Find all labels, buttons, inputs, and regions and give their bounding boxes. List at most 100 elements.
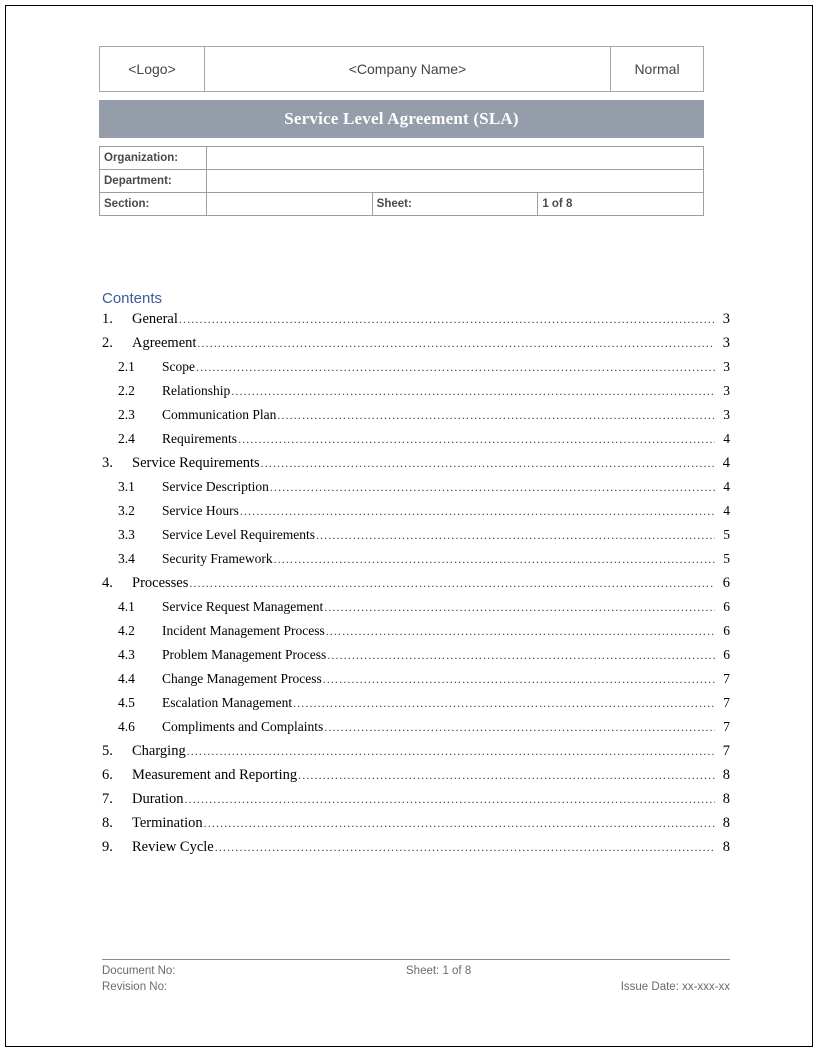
toc-entry-page: 8 xyxy=(722,839,730,855)
footer-issue-date: Issue Date: xx-xxx-xx xyxy=(620,981,730,993)
toc-entry[interactable]: 8. Termination 8 xyxy=(102,815,730,839)
toc-entry-number: 4.5 xyxy=(118,695,135,710)
toc-entry[interactable]: 4. Processes 6 xyxy=(102,575,730,599)
toc-entry-number: 4.2 xyxy=(118,623,135,638)
toc-entry[interactable]: 1. General 3 xyxy=(102,311,730,335)
page-footer: Document No: Sheet: 1 of 8 Revision No: … xyxy=(102,965,730,997)
toc-entry-page: 8 xyxy=(722,815,730,831)
section-value[interactable] xyxy=(206,192,373,216)
toc-leader-dots xyxy=(189,577,715,589)
document-page: <Logo> <Company Name> Normal Service Lev… xyxy=(5,5,813,1047)
toc-leader-dots xyxy=(293,697,715,709)
toc-entry-page: 6 xyxy=(723,647,730,662)
toc-entry-page: 3 xyxy=(722,311,730,327)
toc-entry-number: 2.3 xyxy=(118,407,135,422)
toc-entry-page: 3 xyxy=(723,359,730,374)
toc-entry-number: 4.3 xyxy=(118,647,135,662)
toc-leader-dots xyxy=(261,457,715,469)
toc-entry-label: Relationship xyxy=(162,383,231,398)
toc-leader-dots xyxy=(324,601,715,613)
toc-leader-dots xyxy=(215,841,715,853)
toc-leader-dots xyxy=(323,673,715,685)
toc-entry-label: Service Request Management xyxy=(162,599,324,614)
toc-entry[interactable]: 3.3 Service Level Requirements 5 xyxy=(102,527,730,551)
toc-entry[interactable]: 5. Charging 7 xyxy=(102,743,730,767)
toc-entry-page: 6 xyxy=(723,599,730,614)
document-title-banner: Service Level Agreement (SLA) xyxy=(99,100,704,138)
toc-entry[interactable]: 9. Review Cycle 8 xyxy=(102,839,730,863)
toc-entry-label: Review Cycle xyxy=(132,839,214,855)
toc-leader-dots xyxy=(324,721,715,733)
table-of-contents: 1. General 3 2. Agreement 3 2.1 Scope 3 2.2 Relati… xyxy=(102,311,730,863)
company-name-cell: <Company Name> xyxy=(204,46,611,92)
toc-entry[interactable]: 4.2 Incident Management Process 6 xyxy=(102,623,730,647)
sheet-label: Sheet: xyxy=(371,192,539,216)
department-value[interactable] xyxy=(206,169,704,193)
toc-entry[interactable]: 4.4 Change Management Process 7 xyxy=(102,671,730,695)
sheet-value: 1 of 8 xyxy=(537,192,704,216)
toc-entry-label: Requirements xyxy=(162,431,237,446)
logo-placeholder-cell: <Logo> xyxy=(99,46,205,92)
toc-entry-page: 6 xyxy=(723,623,730,638)
toc-entry-page: 7 xyxy=(723,671,730,686)
toc-leader-dots xyxy=(231,385,715,397)
toc-entry-label: Compliments and Complaints xyxy=(162,719,324,734)
organization-value[interactable] xyxy=(206,146,704,170)
footer-document-no: Document No: xyxy=(102,965,176,977)
toc-leader-dots xyxy=(270,481,715,493)
toc-entry-number: 3.1 xyxy=(118,479,135,494)
toc-entry-number: 2. xyxy=(102,335,113,351)
toc-leader-dots xyxy=(185,793,715,805)
toc-entry-page: 6 xyxy=(722,575,730,591)
toc-entry[interactable]: 4.1 Service Request Management 6 xyxy=(102,599,730,623)
toc-leader-dots xyxy=(238,433,715,445)
toc-entry-label: Escalation Management xyxy=(162,695,293,710)
toc-entry[interactable]: 3. Service Requirements 4 xyxy=(102,455,730,479)
toc-entry-number: 9. xyxy=(102,839,113,855)
toc-entry-label: Processes xyxy=(132,575,189,591)
toc-entry[interactable]: 4.6 Compliments and Complaints 7 xyxy=(102,719,730,743)
toc-entry[interactable]: 3.1 Service Description 4 xyxy=(102,479,730,503)
toc-entry[interactable]: 3.2 Service Hours 4 xyxy=(102,503,730,527)
toc-entry-number: 8. xyxy=(102,815,113,831)
toc-entry[interactable]: 4.3 Problem Management Process 6 xyxy=(102,647,730,671)
toc-entry[interactable]: 3.4 Security Framework 5 xyxy=(102,551,730,575)
section-label: Section: xyxy=(99,192,207,216)
toc-entry[interactable]: 2.4 Requirements 4 xyxy=(102,431,730,455)
toc-entry-number: 2.4 xyxy=(118,431,135,446)
toc-entry-label: Charging xyxy=(132,743,186,759)
toc-entry-number: 4. xyxy=(102,575,113,591)
toc-entry-page: 3 xyxy=(723,407,730,422)
toc-entry-label: Scope xyxy=(162,359,195,374)
toc-leader-dots xyxy=(240,505,715,517)
footer-revision-no: Revision No: xyxy=(102,981,168,993)
table-row: <Logo> <Company Name> Normal xyxy=(99,46,704,92)
toc-entry-page: 4 xyxy=(723,503,730,518)
toc-entry[interactable]: 6. Measurement and Reporting 8 xyxy=(102,767,730,791)
toc-entry-number: 4.4 xyxy=(118,671,135,686)
toc-entry-number: 4.1 xyxy=(118,599,135,614)
toc-leader-dots xyxy=(316,529,715,541)
toc-entry[interactable]: 4.5 Escalation Management 7 xyxy=(102,695,730,719)
toc-entry-page: 4 xyxy=(723,431,730,446)
toc-entry-label: Problem Management Process xyxy=(162,647,327,662)
toc-entry-label: Change Management Process xyxy=(162,671,322,686)
toc-entry-number: 1. xyxy=(102,311,113,327)
toc-entry[interactable]: 2.3 Communication Plan 3 xyxy=(102,407,730,431)
toc-entry-label: Communication Plan xyxy=(162,407,277,422)
table-row: Organization: xyxy=(99,146,704,170)
toc-leader-dots xyxy=(197,337,715,349)
toc-entry[interactable]: 7. Duration 8 xyxy=(102,791,730,815)
toc-leader-dots xyxy=(274,553,715,565)
toc-leader-dots xyxy=(327,649,715,661)
toc-entry[interactable]: 2.1 Scope 3 xyxy=(102,359,730,383)
toc-entry-label: General xyxy=(132,311,178,327)
toc-entry-label: Security Framework xyxy=(162,551,273,566)
document-header-table: <Logo> <Company Name> Normal xyxy=(99,46,704,92)
classification-cell: Normal xyxy=(610,46,704,92)
toc-entry[interactable]: 2. Agreement 3 xyxy=(102,335,730,359)
toc-entry-page: 5 xyxy=(723,527,730,542)
toc-entry[interactable]: 2.2 Relationship 3 xyxy=(102,383,730,407)
toc-entry-number: 3.2 xyxy=(118,503,135,518)
toc-entry-label: Duration xyxy=(132,791,184,807)
